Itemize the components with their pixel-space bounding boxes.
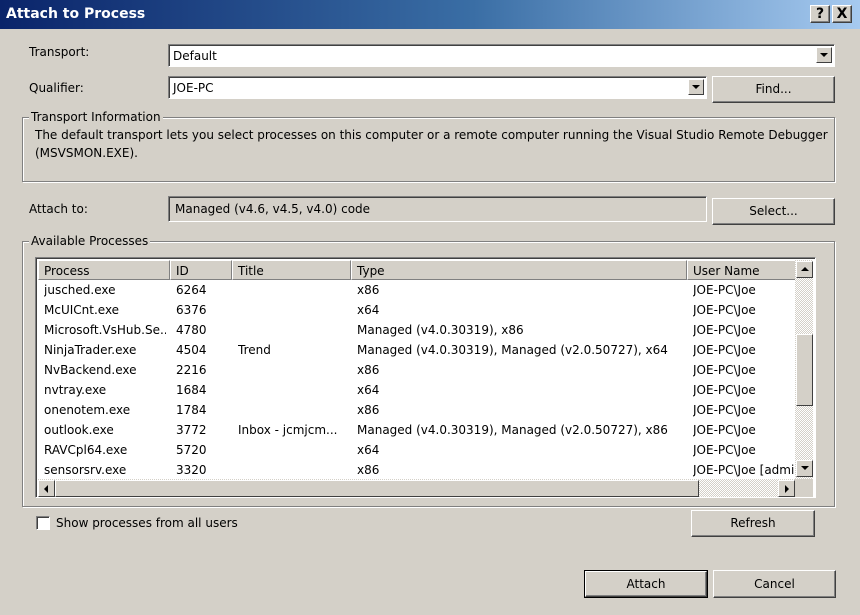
cell-title: Trend (238, 343, 271, 357)
cell-id: 3320 (176, 463, 207, 477)
cell-user-name: JOE-PC\Joe (693, 303, 756, 317)
transport-value: Default (173, 49, 217, 63)
title-bar: Attach to Process ? X (0, 0, 860, 29)
cell-type: x86 (357, 463, 380, 477)
process-rows: jusched.exe 6264 x86 JOE-PC\Joe McUICnt.exe 6… (38, 280, 795, 479)
attach-button[interactable]: Attach (584, 570, 708, 598)
cell-user-name: JOE-PC\Joe [admi (693, 463, 795, 477)
cell-type: Managed (v4.0.30319), Managed (v2.0.5072… (357, 423, 668, 437)
cell-id: 4504 (176, 343, 207, 357)
qualifier-combo[interactable]: JOE-PC (168, 76, 707, 99)
cell-user-name: JOE-PC\Joe (693, 443, 756, 457)
horizontal-scroll-thumb[interactable] (55, 480, 699, 497)
table-row[interactable]: McUICnt.exe 6376 x64 JOE-PC\Joe (38, 300, 795, 320)
cell-type: Managed (v4.0.30319), Managed (v2.0.5072… (357, 343, 668, 357)
show-all-users-checkbox[interactable] (36, 516, 50, 530)
cell-process: outlook.exe (44, 423, 114, 437)
transport-label: Transport: (29, 45, 90, 59)
chevron-down-icon[interactable] (816, 47, 832, 63)
cell-id: 4780 (176, 323, 207, 337)
process-list[interactable]: Process ID Title Type User Name jusched.… (35, 257, 816, 498)
horizontal-scrollbar[interactable] (38, 479, 795, 497)
find-button[interactable]: Find... (712, 76, 835, 103)
table-row[interactable]: onenotem.exe 1784 x86 JOE-PC\Joe (38, 400, 795, 420)
column-header-type[interactable]: Type (351, 260, 687, 280)
cell-user-name: JOE-PC\Joe (693, 383, 756, 397)
cell-id: 5720 (176, 443, 207, 457)
window-title: Attach to Process (6, 6, 146, 22)
cell-id: 3772 (176, 423, 207, 437)
cell-id: 1684 (176, 383, 207, 397)
scrollbar-corner (795, 479, 813, 497)
cell-process: NinjaTrader.exe (44, 343, 137, 357)
qualifier-label: Qualifier: (29, 81, 84, 95)
cell-type: x64 (357, 443, 380, 457)
close-button[interactable]: X (832, 5, 852, 23)
refresh-button[interactable]: Refresh (691, 510, 815, 537)
scroll-down-icon[interactable] (796, 460, 813, 477)
attach-to-label: Attach to: (29, 202, 88, 216)
cell-type: x86 (357, 403, 380, 417)
cancel-button[interactable]: Cancel (713, 570, 836, 598)
cell-title: Inbox - jcmjcm... (238, 423, 338, 437)
cell-type: Managed (v4.0.30319), x86 (357, 323, 524, 337)
cell-process: jusched.exe (44, 283, 116, 297)
close-icon: X (836, 6, 848, 22)
cell-process: McUICnt.exe (44, 303, 120, 317)
cell-user-name: JOE-PC\Joe (693, 363, 756, 377)
cell-type: x64 (357, 303, 380, 317)
column-header-title[interactable]: Title (232, 260, 351, 280)
scroll-up-icon[interactable] (796, 261, 813, 278)
cell-process: sensorsrv.exe (44, 463, 127, 477)
qualifier-value: JOE-PC (173, 81, 214, 95)
table-row[interactable]: nvtray.exe 1684 x64 JOE-PC\Joe (38, 380, 795, 400)
cell-process: onenotem.exe (44, 403, 131, 417)
cell-type: x86 (357, 283, 380, 297)
vertical-scrollbar[interactable] (795, 260, 813, 479)
table-row[interactable]: Microsoft.VsHub.Se... 4780 Managed (v4.0.3… (38, 320, 795, 340)
help-button[interactable]: ? (810, 5, 830, 23)
available-processes-legend: Available Processes (29, 234, 151, 248)
cell-user-name: JOE-PC\Joe (693, 423, 756, 437)
transport-info-legend: Transport Information (29, 110, 163, 124)
vertical-scroll-thumb[interactable] (796, 334, 813, 406)
cell-process: nvtray.exe (44, 383, 107, 397)
transport-combo[interactable]: Default (168, 44, 835, 67)
scroll-right-icon[interactable] (778, 480, 795, 497)
column-header-process[interactable]: Process (38, 260, 170, 280)
cell-user-name: JOE-PC\Joe (693, 323, 756, 337)
chevron-down-icon[interactable] (688, 79, 704, 95)
show-all-users-label[interactable]: Show processes from all users (56, 516, 238, 530)
cell-id: 1784 (176, 403, 207, 417)
cell-process: NvBackend.exe (44, 363, 137, 377)
scroll-left-icon[interactable] (38, 480, 55, 497)
cell-user-name: JOE-PC\Joe (693, 403, 756, 417)
cell-user-name: JOE-PC\Joe (693, 283, 756, 297)
cell-process: Microsoft.VsHub.Se... (44, 323, 166, 337)
attach-to-field: Managed (v4.6, v4.5, v4.0) code (168, 196, 707, 222)
table-row[interactable]: NvBackend.exe 2216 x86 JOE-PC\Joe (38, 360, 795, 380)
column-header-user-name[interactable]: User Name (687, 260, 797, 280)
cell-id: 2216 (176, 363, 207, 377)
cell-type: x86 (357, 363, 380, 377)
column-header-id[interactable]: ID (170, 260, 232, 280)
cell-user-name: JOE-PC\Joe (693, 343, 756, 357)
help-icon: ? (815, 6, 825, 22)
transport-info-line1: The default transport lets you select pr… (35, 128, 828, 142)
transport-info-group: Transport Information The default transp… (22, 110, 835, 182)
table-row[interactable]: jusched.exe 6264 x86 JOE-PC\Joe (38, 280, 795, 300)
select-button[interactable]: Select... (712, 198, 835, 225)
table-row[interactable]: RAVCpl64.exe 5720 x64 JOE-PC\Joe (38, 440, 795, 460)
table-row[interactable]: outlook.exe 3772 Inbox - jcmjcm... Managed … (38, 420, 795, 440)
cell-id: 6376 (176, 303, 207, 317)
table-row[interactable]: NinjaTrader.exe 4504 Trend Managed (v4.0.30… (38, 340, 795, 360)
cell-type: x64 (357, 383, 380, 397)
attach-to-value: Managed (v4.6, v4.5, v4.0) code (175, 202, 371, 216)
cell-process: RAVCpl64.exe (44, 443, 128, 457)
table-row[interactable]: sensorsrv.exe 3320 x86 JOE-PC\Joe [admi (38, 460, 795, 479)
cell-id: 6264 (176, 283, 207, 297)
transport-info-line2: (MSVSMON.EXE). (35, 146, 138, 160)
